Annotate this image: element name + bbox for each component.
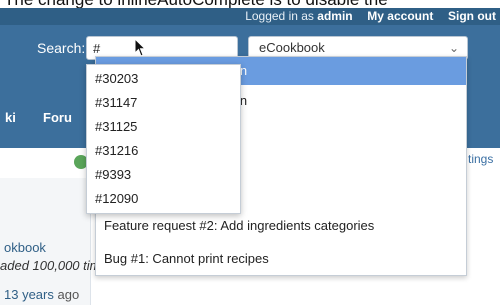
my-account-link[interactable]: My account bbox=[367, 9, 433, 23]
project-age: 13 years ago bbox=[4, 287, 79, 302]
autocomplete-item[interactable]: #31216 bbox=[95, 139, 235, 163]
search-label: Search: bbox=[37, 40, 86, 56]
autocomplete-list: #30203 #31147 #31125 #31216 #9393 #12090 bbox=[86, 64, 241, 214]
project-age-suffix: ago bbox=[53, 287, 80, 302]
autocomplete-item[interactable]: #12090 bbox=[95, 187, 235, 211]
project-link[interactable]: okbook bbox=[4, 240, 46, 255]
project-age-link[interactable]: 13 years bbox=[4, 287, 54, 302]
nav-wiki[interactable]: ki bbox=[5, 110, 16, 125]
autocomplete-item[interactable]: #9393 bbox=[95, 163, 235, 187]
autocomplete-item[interactable]: #30203 bbox=[95, 67, 235, 91]
issue-option[interactable]: Feature request #2: Add ingredients cate… bbox=[96, 212, 466, 240]
logged-in-label: Logged in as bbox=[245, 9, 314, 23]
sign-out-link[interactable]: Sign out bbox=[448, 9, 496, 23]
nav-forums[interactable]: Foru bbox=[43, 110, 72, 125]
project-select-value: eCookbook bbox=[259, 40, 325, 55]
settings-link[interactable]: tings bbox=[468, 152, 493, 166]
autocomplete-item[interactable]: #31147 bbox=[95, 91, 235, 115]
mouse-cursor-icon bbox=[134, 38, 147, 57]
issue-option[interactable]: Bug #1: Cannot print recipes bbox=[96, 245, 466, 273]
autocomplete-item[interactable]: #31125 bbox=[95, 115, 235, 139]
main-nav: ki Foru bbox=[0, 110, 100, 130]
account-bar: Logged in as admin My account Sign out bbox=[0, 8, 500, 25]
username-link[interactable]: admin bbox=[317, 9, 352, 23]
top-text: The change to inlineAutoComplete is to d… bbox=[0, 0, 500, 8]
